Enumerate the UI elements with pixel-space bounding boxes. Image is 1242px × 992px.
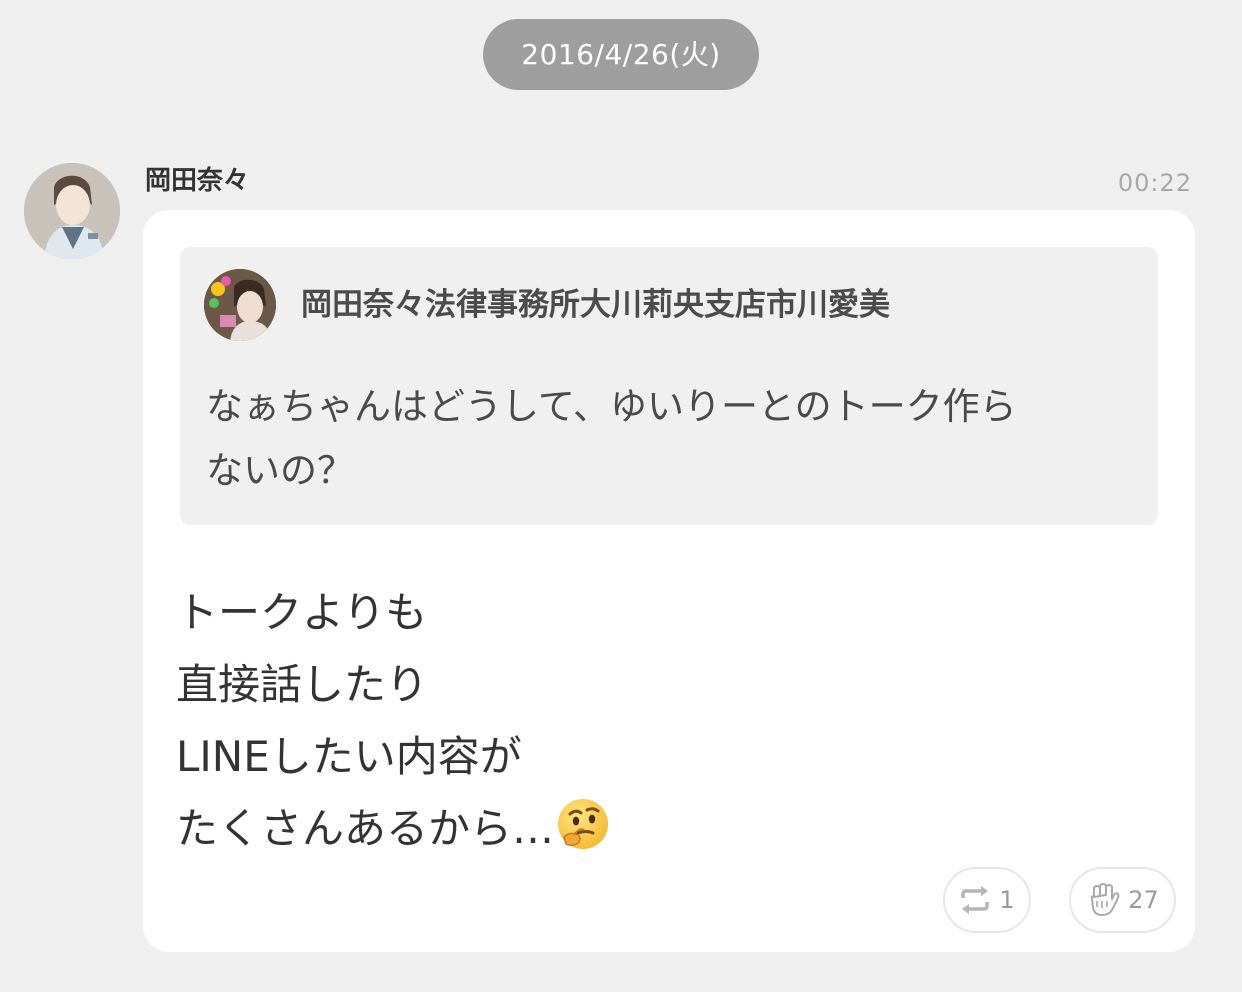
repost-count: 1 xyxy=(999,886,1015,914)
repost-icon xyxy=(961,886,990,914)
quoted-message[interactable]: 岡田奈々法律事務所大川莉央支店市川愛美 なぁちゃんはどうして、ゆいりーとのトーク… xyxy=(180,247,1158,525)
quoted-text-line: なぁちゃんはどうして、ゆいりーとのトーク作ら xyxy=(206,385,1017,428)
message-line: LINEしたい内容が xyxy=(176,732,522,781)
message-line-with-emoji: たくさんあるから… xyxy=(176,793,610,873)
message-line: トークよりも xyxy=(176,588,428,637)
message-line: 直接話したり xyxy=(176,660,429,709)
message-body: トークよりも 直接話したり LINEしたい内容が たくさんあるから… xyxy=(176,577,610,873)
like-count: 27 xyxy=(1128,886,1159,914)
sender-avatar[interactable] xyxy=(24,163,120,259)
quoted-avatar-photo-icon xyxy=(204,269,276,341)
quoted-text-line: ないの？ xyxy=(206,449,354,492)
message-line: たくさんあるから… xyxy=(176,804,555,853)
quoted-author-name: 岡田奈々法律事務所大川莉央支店市川愛美 xyxy=(301,287,890,323)
avatar-portrait-icon xyxy=(24,163,120,259)
sender-name[interactable]: 岡田奈々 xyxy=(145,163,249,199)
message-timestamp: 00:22 xyxy=(1117,169,1192,197)
like-button[interactable]: 27 xyxy=(1069,867,1176,933)
repost-button[interactable]: 1 xyxy=(943,867,1031,933)
thinking-face-icon xyxy=(556,797,610,873)
date-divider: 2016/4/26(火) xyxy=(483,19,759,90)
hand-clap-icon xyxy=(1090,883,1120,916)
chat-page: 2016/4/26(火) 岡田奈々 00:22 岡田奈々法律事務所大川莉央支店市… xyxy=(0,0,1242,992)
message-bubble: 岡田奈々法律事務所大川莉央支店市川愛美 なぁちゃんはどうして、ゆいりーとのトーク… xyxy=(143,210,1195,952)
quoted-author-avatar xyxy=(204,269,276,341)
quoted-text: なぁちゃんはどうして、ゆいりーとのトーク作ら ないの？ xyxy=(206,375,1146,503)
